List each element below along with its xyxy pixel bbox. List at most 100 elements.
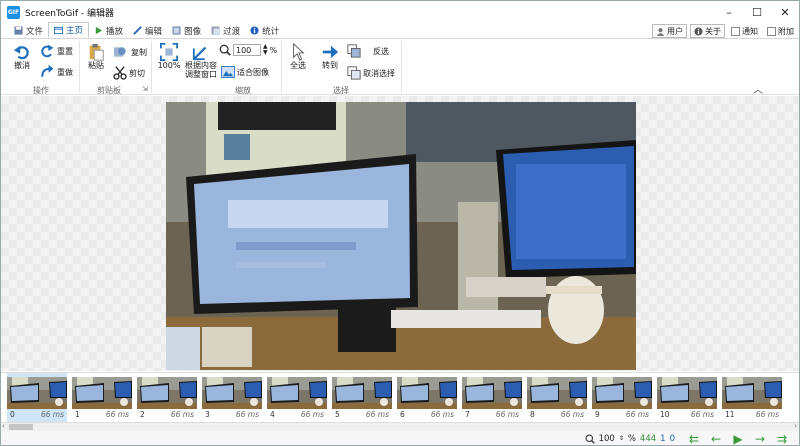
first-frame-icon[interactable]: ⇇ [685,433,703,445]
invert-selection-button[interactable]: 反选 [347,44,389,58]
reset-button[interactable]: 重做 [39,64,73,80]
scroll-right-icon[interactable]: › [794,422,797,430]
scroll-left-icon[interactable]: ‹ [2,422,5,430]
frame-thumbnail[interactable]: 8 66 ms [527,373,587,422]
reset-label: 重做 [57,67,73,77]
tab-statistics[interactable]: 统计 [245,23,284,38]
last-frame-icon[interactable]: ⇉ [773,433,791,445]
about-button[interactable]: 关于 [690,24,725,38]
cut-label: 剪切 [129,68,145,78]
tab-file[interactable]: 文件 [9,23,48,38]
attach-toggle[interactable]: 附加 [764,24,797,38]
editor-canvas [1,96,799,371]
undo-button[interactable]: 撤消 [11,43,33,70]
magnifier-icon [585,434,595,444]
info-icon [694,26,703,36]
play-icon [95,26,103,35]
frame-caption: 7 66 ms [462,410,522,419]
clipboard-expand-icon[interactable]: ⇲ [142,85,148,93]
tab-statistics-label: 统计 [262,26,280,37]
maximize-button[interactable]: ☐ [743,1,771,23]
group-label-clipboard: 剪贴板 [97,86,121,95]
goto-button[interactable]: 转到 [319,43,341,70]
status-zoom-unit: % [627,433,636,444]
cut-button[interactable]: 剪切 [113,66,145,80]
frame-thumbnail[interactable]: 4 66 ms [267,373,327,422]
cursor-icon [293,43,305,61]
frame-list: 0 66 ms 1 66 ms 2 66 ms 3 66 ms 4 66 ms 5 66 ms 6 66 … [1,372,799,422]
next-frame-icon[interactable]: → [751,433,769,445]
selected-count: 1 [660,433,666,444]
arrow-right-icon [322,45,339,59]
window-title: ScreenToGif - 编辑器 [25,8,115,19]
frame-caption: 5 66 ms [332,410,392,419]
frame-caption: 11 66 ms [722,410,782,419]
minimize-button[interactable]: – [715,1,743,23]
frame-caption: 6 66 ms [397,410,457,419]
frame-thumbnail[interactable]: 9 66 ms [592,373,652,422]
frame-thumbnail[interactable]: 10 66 ms [657,373,717,422]
frame-thumbnail[interactable]: 2 66 ms [137,373,197,422]
copy-icon [114,47,126,57]
save-icon [14,26,23,35]
frame-thumbnail-image [462,377,522,409]
frame-thumbnail[interactable]: 11 66 ms [722,373,782,422]
scrollbar-thumb[interactable] [9,424,33,430]
frame-thumbnail[interactable]: 6 66 ms [397,373,457,422]
frame-preview[interactable] [166,102,636,370]
previous-frame-icon[interactable]: ← [707,433,725,445]
zoom-100-label: 100% [157,61,181,70]
frame-delay: 66 ms [105,410,129,419]
tab-image[interactable]: 图像 [167,23,206,38]
frame-caption: 1 66 ms [72,410,132,419]
tab-play[interactable]: 播放 [89,23,128,38]
about-label: 关于 [705,26,721,36]
fit-image-button[interactable]: 适合图像 [221,66,269,78]
copy-button[interactable]: 复制 [113,45,147,59]
frame-index: 5 [335,410,340,419]
play-icon[interactable]: ▶ [729,433,747,445]
zoom-100-button[interactable]: 100% [157,43,181,70]
notice-checkbox-icon [731,26,740,36]
zoom-control: 100 ▲ ▼ % [219,44,277,56]
frame-thumbnail-image [592,377,652,409]
magnifier-icon [219,44,231,56]
frame-thumbnail[interactable]: 7 66 ms [462,373,522,422]
notice-toggle[interactable]: 通知 [728,24,761,38]
frame-thumbnail[interactable]: 3 66 ms [202,373,262,422]
editor-window: GIF ScreenToGif - 编辑器 – ☐ ✕ 文件 主页 播放 编辑 … [0,0,800,446]
zoom-input[interactable]: 100 [233,44,261,56]
collapse-ribbon-icon[interactable]: ︿ [753,81,763,96]
paste-button[interactable]: 粘贴 [85,43,107,70]
right-tab-group: 用户 关于 通知 附加 [652,23,797,39]
undo-label: 撤消 [14,61,30,70]
close-button[interactable]: ✕ [771,1,799,23]
frame-thumbnail-image [527,377,587,409]
frame-thumbnail[interactable]: 5 66 ms [332,373,392,422]
frame-index: 7 [465,410,470,419]
deselect-label: 取消选择 [363,68,395,78]
frame-list-scrollbar[interactable]: ‹ › [1,422,799,431]
notice-label: 通知 [742,26,758,36]
redo-icon [41,44,54,58]
status-zoom[interactable]: 100 [599,434,615,444]
redo-button[interactable]: 重置 [39,43,73,59]
frame-thumbnail[interactable]: 1 66 ms [72,373,132,422]
separator [401,41,402,93]
status-zoom-stepper[interactable]: ⇕ [619,435,624,442]
tab-edit[interactable]: 编辑 [128,23,167,38]
select-all-button[interactable]: 全选 [287,43,309,70]
frame-index: 0 [10,410,15,419]
tab-home[interactable]: 主页 [48,22,90,38]
transition-icon [211,26,220,35]
frame-caption: 9 66 ms [592,410,652,419]
zoom-stepper[interactable]: ▲ ▼ [263,44,268,56]
tab-transition[interactable]: 过渡 [206,23,245,38]
frame-thumbnail[interactable]: 0 66 ms [7,373,67,422]
fit-window-button[interactable]: 根据内容 调整窗口 [184,43,218,79]
frame-delay: 66 ms [755,410,779,419]
tab-transition-label: 过渡 [223,26,241,37]
deselect-button[interactable]: 取消选择 [347,66,395,80]
frame-delay: 66 ms [170,410,194,419]
user-button[interactable]: 用户 [652,24,687,38]
